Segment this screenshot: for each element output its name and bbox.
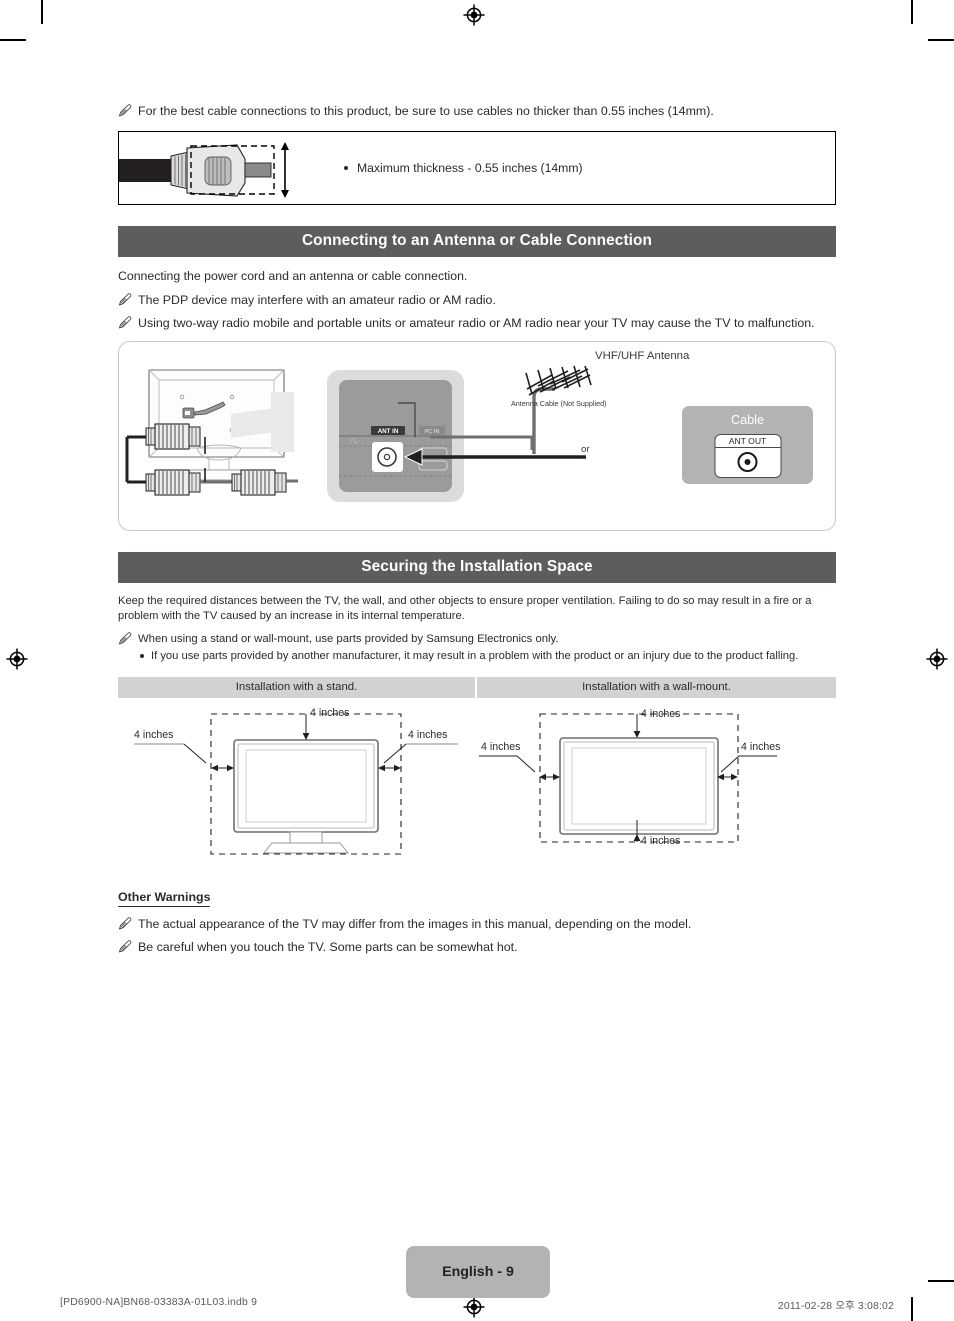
pencil-note-icon: [118, 292, 132, 306]
crop-mark-top-right-horizontal: [928, 39, 954, 41]
antenna-note-1-text: The PDP device may interfere with an ama…: [138, 292, 496, 307]
wall-dim-top: 4 inches: [641, 707, 681, 720]
antenna-cable-label: Antenna Cable (Not Supplied): [511, 398, 607, 408]
installation-wall-diagram: 4 inches 4 inches 4 inches 4 inches: [477, 698, 836, 876]
svg-text:ANT IN: ANT IN: [378, 428, 399, 435]
crop-mark-top-right-vertical: [911, 0, 913, 24]
wall-dim-left: 4 inches: [481, 740, 521, 753]
pencil-note-icon: [118, 939, 132, 953]
installation-stand-header: Installation with a stand.: [118, 676, 477, 698]
max-thickness-text: Maximum thickness - 0.55 inches (14mm): [357, 161, 583, 175]
or-label: or: [581, 443, 590, 455]
footer-file-info: [PD6900-NA]BN68-03383A-01L03.indb 9: [60, 1297, 258, 1308]
bullet-dot-icon: [140, 653, 144, 658]
stand-dim-left: 4 inches: [134, 728, 174, 741]
antenna-note-1: The PDP device may interfere with an ama…: [118, 292, 836, 309]
pencil-note-icon: [118, 631, 132, 645]
installation-body-text: Keep the required distances between the …: [118, 594, 812, 623]
installation-table-header: Installation with a stand. Installation …: [118, 676, 836, 698]
antenna-connection-diagram: ANT IN PC IN VHF/UHF Antenna Antenna Cab…: [118, 340, 836, 531]
stand-dim-top: 4 inches: [310, 706, 350, 719]
registration-mark-bottom: [463, 1296, 485, 1318]
other-warning-1: The actual appearance of the TV may diff…: [118, 916, 836, 933]
bullet-dot-icon: [344, 166, 348, 170]
installation-stand-diagram: 4 inches 4 inches 4 inches: [118, 698, 477, 876]
vhf-uhf-antenna-label: VHF/UHF Antenna: [595, 349, 690, 362]
cable-thickness-box: Maximum thickness - 0.55 inches (14mm): [118, 131, 836, 205]
registration-mark-top: [463, 4, 485, 26]
other-warning-2: Be careful when you touch the TV. Some p…: [118, 939, 836, 956]
footer-timestamp: 2011-02-28 오후 3:08:02: [777, 1301, 894, 1312]
installation-wall-header: Installation with a wall-mount.: [477, 676, 836, 698]
section-title-installation: Securing the Installation Space: [118, 551, 836, 583]
cable-source-box: Cable ANT OUT: [682, 405, 813, 484]
wall-dim-bottom: 4 inches: [641, 834, 681, 847]
stand-dim-right: 4 inches: [408, 728, 448, 741]
crop-mark-bottom-right-horizontal: [928, 1280, 954, 1282]
max-thickness-bullet: Maximum thickness - 0.55 inches (14mm): [344, 161, 583, 175]
cable-connector-illustration: [119, 132, 344, 204]
wall-dim-right: 4 inches: [741, 740, 781, 753]
other-warnings-title: Other Warnings: [118, 890, 211, 907]
registration-mark-left: [6, 648, 28, 670]
installation-note-text: When using a stand or wall-mount, use pa…: [138, 632, 559, 645]
coax-jack-icon: [737, 451, 758, 472]
antenna-note-2-text: Using two-way radio mobile and portable …: [138, 315, 815, 330]
other-warning-2-text: Be careful when you touch the TV. Some p…: [138, 939, 518, 954]
registration-mark-right: [926, 648, 948, 670]
section-title-antenna: Connecting to an Antenna or Cable Connec…: [118, 226, 836, 257]
cable-thickness-note: For the best cable connections to this p…: [118, 103, 836, 120]
pencil-note-icon: [118, 104, 132, 117]
ant-out-port: ANT OUT: [714, 433, 781, 478]
antenna-note-2: Using two-way radio mobile and portable …: [118, 315, 836, 332]
crop-mark-bottom-right-vertical: [911, 1297, 913, 1321]
pencil-note-icon: [118, 916, 132, 930]
svg-text:PC IN: PC IN: [425, 429, 440, 435]
crop-mark-top-left-vertical: [41, 0, 43, 24]
installation-sub-bullet-text: If you use parts provided by another man…: [151, 649, 799, 662]
cable-box-title: Cable: [731, 412, 764, 427]
installation-sub-bullet: If you use parts provided by another man…: [140, 649, 836, 664]
page-content: For the best cable connections to this p…: [118, 103, 836, 962]
installation-note: When using a stand or wall-mount, use pa…: [118, 631, 836, 648]
antenna-intro-text: Connecting the power cord and an antenna…: [118, 269, 468, 283]
page-number-tag: English - 9: [406, 1246, 550, 1298]
crop-mark-top-left-horizontal: [0, 39, 26, 41]
pencil-note-icon: [118, 315, 132, 329]
installation-diagrams: 4 inches 4 inches 4 inches 4 inches 4 in…: [118, 698, 836, 876]
other-warning-1-text: The actual appearance of the TV may diff…: [138, 916, 692, 931]
ant-out-label: ANT OUT: [715, 435, 780, 448]
cable-thickness-note-text: For the best cable connections to this p…: [138, 104, 714, 118]
